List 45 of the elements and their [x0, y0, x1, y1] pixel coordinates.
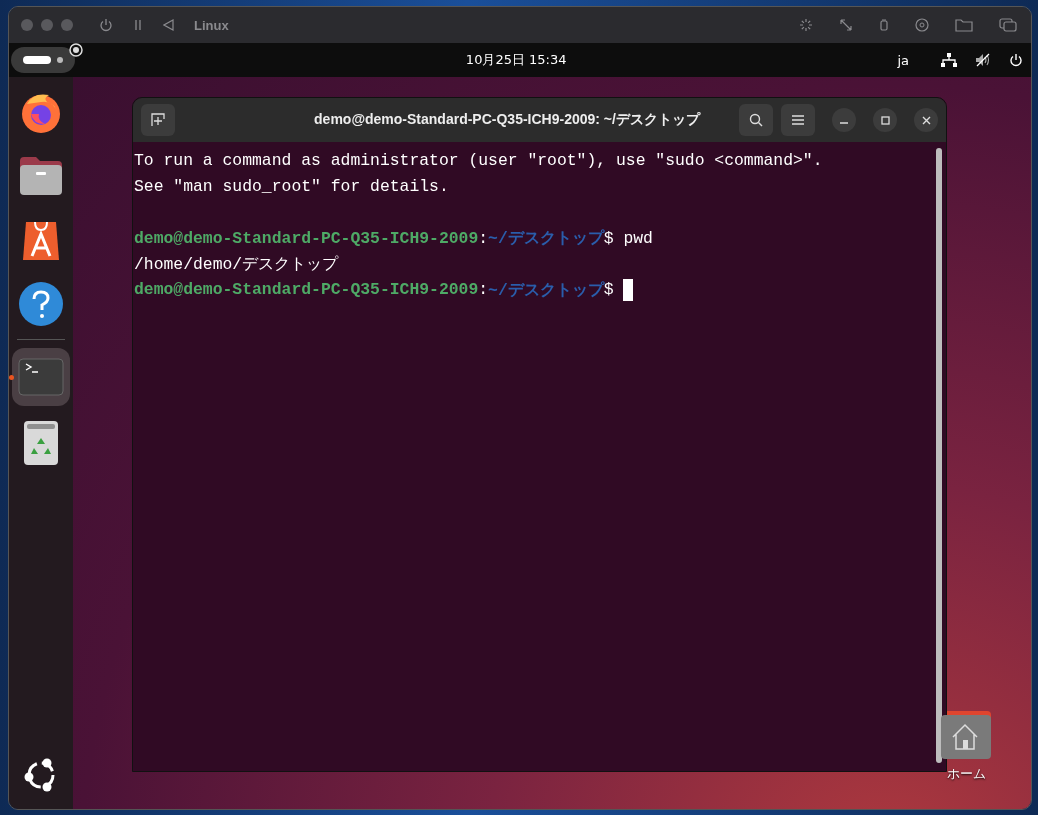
- folder-icon: [18, 155, 64, 197]
- minimize-button[interactable]: [832, 108, 856, 132]
- prompt-symbol: $: [603, 228, 614, 248]
- prompt-separator: :: [478, 280, 489, 300]
- prompt-path: ~/デスクトップ: [488, 279, 604, 301]
- close-icon: [921, 115, 931, 125]
- scrollbar[interactable]: [936, 148, 942, 763]
- window-title: demo@demo-Standard-PC-Q35-ICH9-2009: ~/デスクトップ: [313, 111, 702, 129]
- pause-icon[interactable]: [133, 19, 143, 31]
- terminal-command: pwd: [623, 228, 653, 248]
- trash-icon: [23, 420, 59, 466]
- disc-icon[interactable]: [915, 18, 929, 32]
- menu-button[interactable]: [781, 104, 815, 136]
- muted-speaker-icon[interactable]: [975, 53, 991, 67]
- clock[interactable]: 10月25日 15:34: [465, 51, 567, 69]
- close-button[interactable]: [914, 108, 938, 132]
- windows-icon[interactable]: [999, 18, 1017, 32]
- prompt-symbol: $: [603, 280, 614, 300]
- help-icon: [19, 282, 63, 326]
- menu-icon: [792, 115, 804, 125]
- back-icon[interactable]: [163, 19, 174, 31]
- network-icon[interactable]: [941, 53, 957, 67]
- prompt-path: ~/デスクトップ: [488, 228, 604, 250]
- prompt-separator: :: [478, 228, 489, 248]
- new-tab-button[interactable]: [141, 104, 175, 136]
- prompt-user-host: demo@demo-Standard-PC-Q35-ICH9-2009: [134, 280, 479, 300]
- usb-icon[interactable]: [879, 18, 889, 32]
- maximize-icon: [880, 115, 890, 125]
- desktop-icon-label[interactable]: ホーム: [946, 765, 986, 783]
- input-method-indicator[interactable]: ja: [897, 52, 909, 68]
- search-button[interactable]: [739, 104, 773, 136]
- terminal-output-line: To run a command as administrator (user "root"), use "sudo <command>".: [134, 151, 823, 171]
- terminal-output-line: See "man sudo_root" for details.: [134, 177, 449, 197]
- resize-icon[interactable]: [839, 18, 853, 32]
- home-folder-icon[interactable]: [941, 711, 991, 759]
- new-tab-icon: [151, 113, 165, 127]
- search-icon: [749, 113, 763, 127]
- loading-icon[interactable]: [799, 18, 813, 32]
- terminal-output-line: /home/demo/デスクトップ: [134, 254, 339, 276]
- terminal-icon: [18, 358, 64, 396]
- folder-icon[interactable]: [955, 18, 973, 32]
- prompt-user-host: demo@demo-Standard-PC-Q35-ICH9-2009: [134, 228, 479, 248]
- maximize-button[interactable]: [873, 108, 897, 132]
- vm-title: Linux: [194, 17, 229, 33]
- workspace-indicator[interactable]: [11, 47, 75, 73]
